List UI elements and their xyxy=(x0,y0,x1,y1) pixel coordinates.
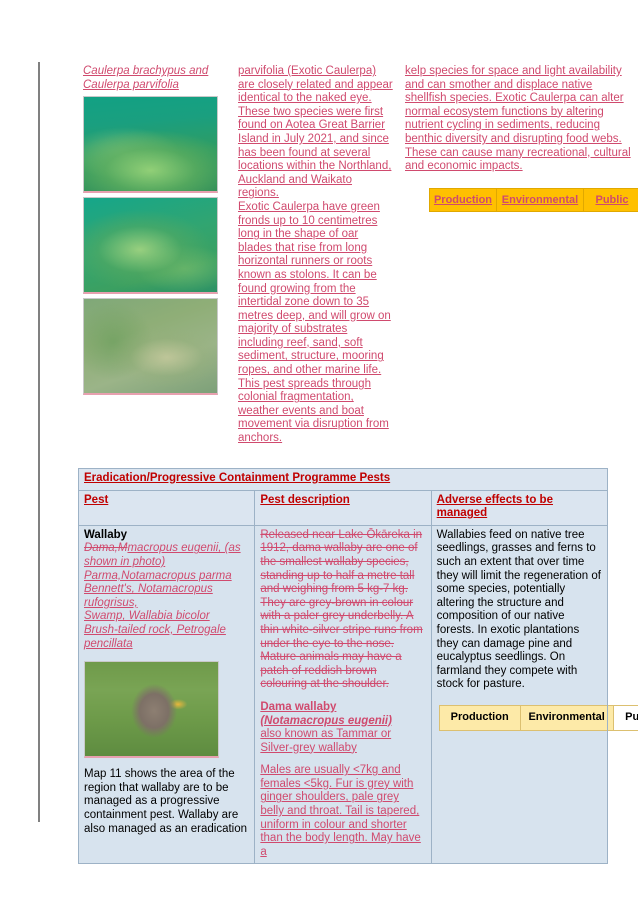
pest-table-title: Eradication/Progressive Containment Prog… xyxy=(84,472,391,484)
badge-public[interactable]: Public xyxy=(583,187,638,212)
pest-table-title-cell: Eradication/Progressive Containment Prog… xyxy=(78,468,608,491)
caulerpa-photo-2 xyxy=(83,197,218,295)
pest-description-heading-line1: Dama wallaby xyxy=(260,700,337,713)
pest-species-line-1: Dama,Mmacropus eugenii, (as shown in pho… xyxy=(84,542,249,569)
change-bar xyxy=(38,62,40,822)
pest-cell: Wallaby Dama,Mmacropus eugenii, (as show… xyxy=(77,524,256,865)
caulerpa-photo-3 xyxy=(83,298,218,396)
caulerpa-species-cell: Caulerpa brachypus and Caulerpa parvifol… xyxy=(78,62,233,450)
caulerpa-row: Caulerpa brachypus and Caulerpa parvifol… xyxy=(78,62,638,450)
column-header-pest-description-label: Pest description xyxy=(260,493,350,506)
pest-species-line-3: Bennett's, Notamacropus rufogrisus, xyxy=(84,583,213,609)
wallaby-photo xyxy=(84,661,219,759)
table-row: Wallaby Dama,Mmacropus eugenii, (as show… xyxy=(77,524,638,865)
pest-species-line-2: Parma,Notamacropus parma xyxy=(84,569,232,582)
caulerpa-photo-1 xyxy=(83,96,218,194)
adverse-effects-cell: Wallabies feed on native tree seedlings,… xyxy=(430,524,638,865)
pest-map-note: Map 11 shows the area of the region that… xyxy=(84,768,248,835)
document-page: Caulerpa brachypus and Caulerpa parvifol… xyxy=(0,0,638,900)
column-header-adverse-effects: Adverse effects to be managed xyxy=(430,489,609,526)
pest-description-heading-line3: also known as Tammar or Silver-grey wall… xyxy=(260,728,392,754)
caulerpa-species-heading: Caulerpa brachypus and Caulerpa parvifol… xyxy=(83,65,209,91)
caulerpa-table: Caulerpa brachypus and Caulerpa parvifol… xyxy=(78,62,638,450)
pest-species-line-5: Brush-tailed rock, Petrogale pencillata xyxy=(84,623,226,650)
caulerpa-effects-paragraph-1: kelp species for space and light availab… xyxy=(405,65,631,173)
pest-species-line-4: Swamp, Wallabia bicolor xyxy=(84,610,210,623)
pest-name: Wallaby xyxy=(84,528,128,541)
pest-table-title-row: Eradication/Progressive Containment Prog… xyxy=(78,468,608,491)
pest-table-header-row: Pest Pest description Adverse effects to… xyxy=(77,489,609,526)
pest-species-struck: Dama,M xyxy=(84,542,128,555)
column-header-pest-description: Pest description xyxy=(254,489,432,526)
badge-environmental[interactable]: Environmental xyxy=(519,704,614,731)
pest-species-inserted: m xyxy=(127,542,138,555)
column-header-pest: Pest xyxy=(77,489,256,526)
column-header-adverse-effects-label: Adverse effects to be managed xyxy=(436,493,553,520)
caulerpa-effects-cell: kelp species for space and light availab… xyxy=(400,62,638,450)
caulerpa-badge-row: Production Environmental Public xyxy=(429,187,638,212)
pest-description-heading-line2: (Notamacropus eugenii) xyxy=(260,714,392,727)
column-header-pest-label: Pest xyxy=(84,493,109,506)
pest-description-cell: Released near Lake Ōkāreka in 1912, dama… xyxy=(254,524,432,865)
wallaby-badge-row: Production Environmental Public xyxy=(438,704,638,731)
badge-environmental[interactable]: Environmental xyxy=(496,187,584,212)
adverse-effects-text: Wallabies feed on native tree seedlings,… xyxy=(436,528,601,691)
pest-description-deleted: Released near Lake Ōkāreka in 1912, dama… xyxy=(260,528,423,691)
caulerpa-description-paragraph-1: parvifolia (Exotic Caulerpa) are closely… xyxy=(238,65,393,200)
badge-production[interactable]: Production xyxy=(429,187,497,212)
badge-production[interactable]: Production xyxy=(438,704,521,731)
pest-description-inserted-body: Males are usually <7kg and females <5kg.… xyxy=(260,764,421,858)
badge-public[interactable]: Public xyxy=(612,704,638,731)
caulerpa-description-paragraph-2: Exotic Caulerpa have green fronds up to … xyxy=(238,200,391,445)
pest-table: Eradication/Progressive Containment Prog… xyxy=(77,468,638,865)
caulerpa-description-cell: parvifolia (Exotic Caulerpa) are closely… xyxy=(233,62,400,450)
